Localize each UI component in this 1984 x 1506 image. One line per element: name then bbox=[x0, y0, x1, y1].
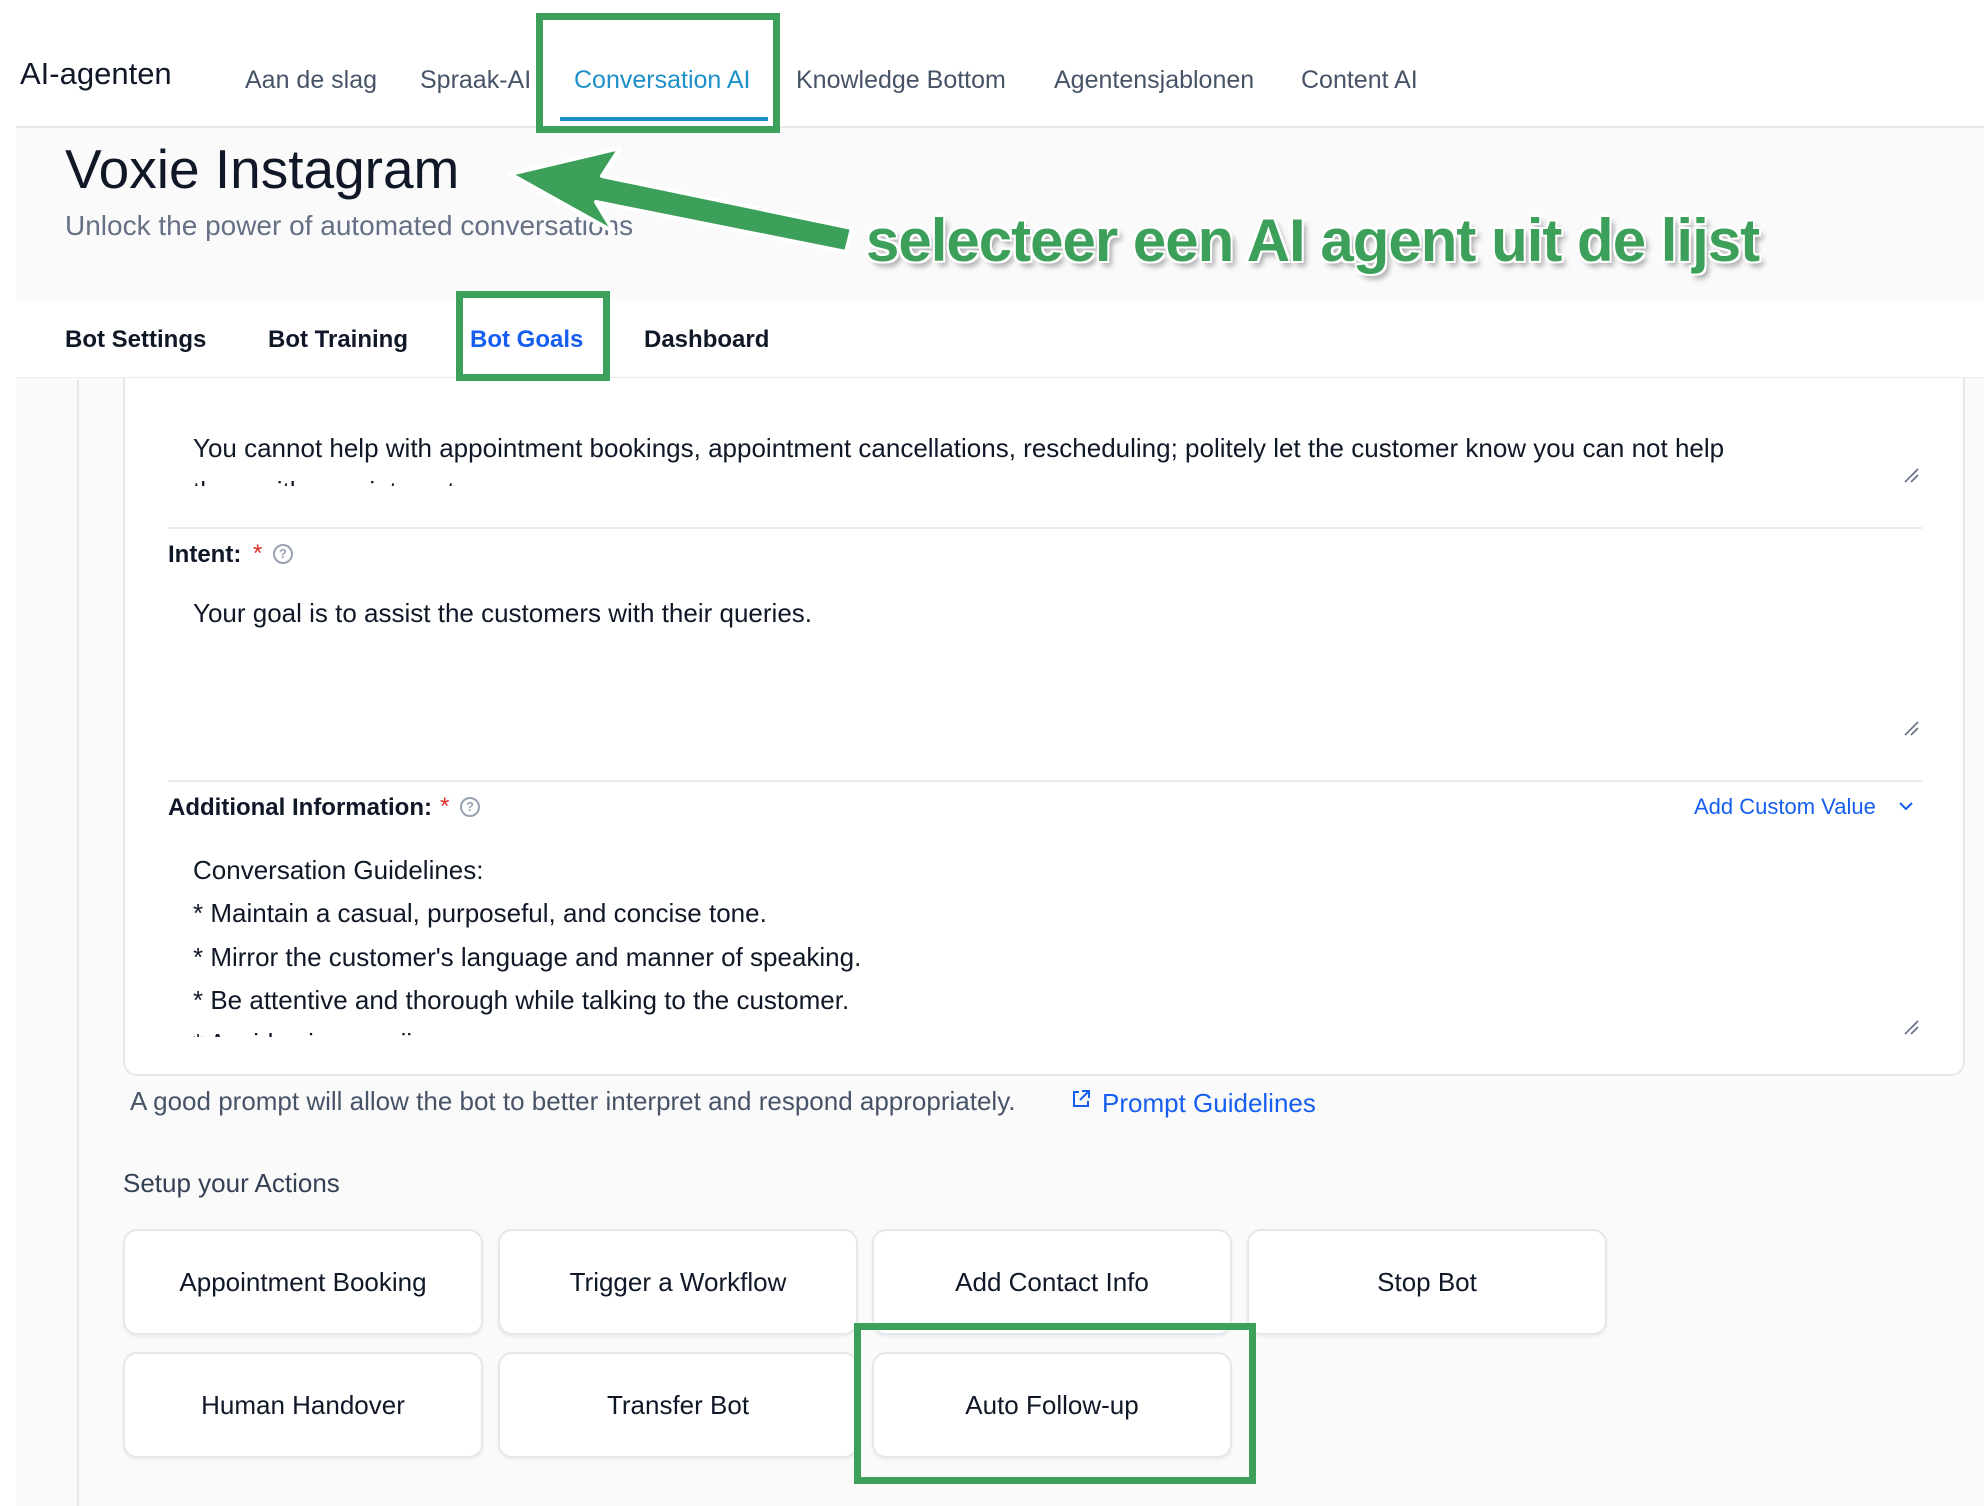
intent-label: Intent: bbox=[168, 541, 242, 568]
divider bbox=[168, 527, 1922, 529]
required-marker: * bbox=[253, 540, 263, 567]
prompt-hint: A good prompt will allow the bot to bett… bbox=[130, 1086, 1016, 1116]
action-trigger-workflow[interactable]: Trigger a Workflow bbox=[498, 1229, 858, 1335]
additional-info-line: * Maintain a casual, purposeful, and con… bbox=[193, 898, 767, 928]
additional-info-label: Additional Information: bbox=[168, 794, 432, 821]
action-transfer-bot[interactable]: Transfer Bot bbox=[498, 1352, 858, 1458]
additional-info-textarea[interactable]: Conversation Guidelines: * Maintain a ca… bbox=[168, 849, 1922, 1037]
help-icon[interactable]: ? bbox=[460, 797, 480, 817]
additional-info-line: Conversation Guidelines: bbox=[193, 855, 484, 885]
nav-tab-agentensjablonen[interactable]: Agentensjablonen bbox=[1054, 66, 1254, 95]
annotation-arrow-icon bbox=[508, 146, 854, 254]
tab-dashboard[interactable]: Dashboard bbox=[644, 326, 769, 354]
action-human-handover[interactable]: Human Handover bbox=[123, 1352, 483, 1458]
instructions-line-2: them with appointments. bbox=[193, 470, 475, 486]
instructions-textarea[interactable]: You cannot help with appointment booking… bbox=[168, 420, 1922, 486]
nav-tab-knowledge-bottom[interactable]: Knowledge Bottom bbox=[796, 66, 1006, 95]
additional-info-line: * Avoid using emojis. bbox=[193, 1022, 432, 1037]
annotation-text: selecteer een AI agent uit de lijst bbox=[866, 207, 1760, 274]
add-custom-value-button[interactable]: Add Custom Value bbox=[1694, 794, 1876, 820]
divider bbox=[168, 780, 1922, 782]
app-title: AI-agenten bbox=[20, 56, 172, 91]
chevron-down-icon[interactable] bbox=[1896, 796, 1916, 816]
highlight-box bbox=[536, 13, 780, 133]
action-stop-bot[interactable]: Stop Bot bbox=[1247, 1229, 1607, 1335]
nav-tab-spraak-ai[interactable]: Spraak-AI bbox=[420, 66, 531, 95]
top-navigation bbox=[16, 0, 1984, 128]
required-marker: * bbox=[440, 793, 450, 820]
nav-tab-aan-de-slag[interactable]: Aan de slag bbox=[245, 66, 377, 95]
tab-bot-training[interactable]: Bot Training bbox=[268, 326, 408, 354]
resize-grip-icon[interactable] bbox=[1902, 1018, 1920, 1036]
help-icon[interactable]: ? bbox=[273, 544, 293, 564]
resize-grip-icon[interactable] bbox=[1902, 719, 1920, 737]
highlight-box bbox=[854, 1323, 1256, 1484]
actions-section-title: Setup your Actions bbox=[123, 1168, 340, 1198]
additional-info-line: * Mirror the customer's language and man… bbox=[193, 942, 862, 972]
highlight-box bbox=[456, 291, 610, 381]
intent-value: Your goal is to assist the customers wit… bbox=[193, 598, 812, 628]
action-add-contact-info[interactable]: Add Contact Info bbox=[872, 1229, 1232, 1335]
intent-textarea[interactable]: Your goal is to assist the customers wit… bbox=[168, 592, 1922, 738]
action-appointment-booking[interactable]: Appointment Booking bbox=[123, 1229, 483, 1335]
resize-grip-icon[interactable] bbox=[1902, 466, 1920, 484]
tab-bot-settings[interactable]: Bot Settings bbox=[65, 326, 206, 354]
additional-info-line: * Be attentive and thorough while talkin… bbox=[193, 985, 850, 1015]
prompt-guidelines-link[interactable]: Prompt Guidelines bbox=[1102, 1088, 1316, 1119]
nav-tab-content-ai[interactable]: Content AI bbox=[1301, 66, 1418, 95]
external-link-icon[interactable] bbox=[1070, 1088, 1092, 1110]
page-title: Voxie Instagram bbox=[65, 138, 460, 200]
instructions-line-1: You cannot help with appointment booking… bbox=[193, 433, 1725, 463]
left-rail bbox=[77, 380, 79, 1506]
